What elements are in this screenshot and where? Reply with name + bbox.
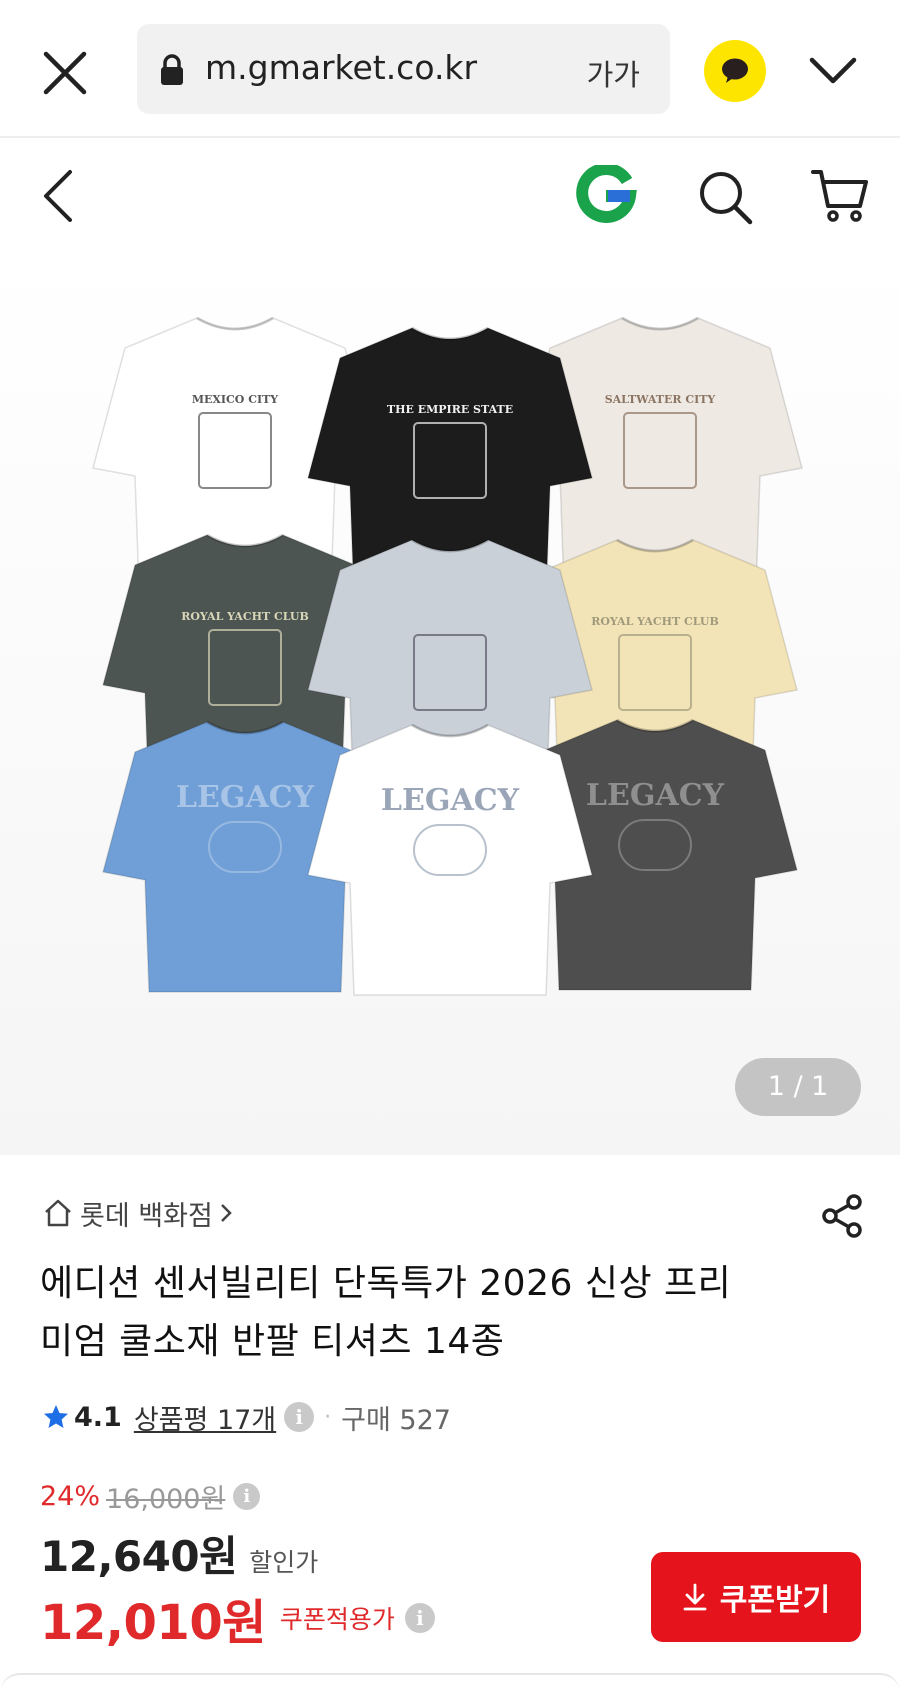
coupon-price-row: 12,010원 쿠폰적용가 i (40, 1583, 435, 1653)
tshirt-graphic-text: MEXICO CITY (192, 393, 278, 406)
product-title: 에디션 센서빌리티 단독특가 2026 신상 프리미엄 쿨소재 반팔 티셔츠 1… (40, 1263, 732, 1362)
share-icon[interactable] (820, 1193, 864, 1239)
chevron-right-icon (220, 1204, 232, 1222)
sale-price-label: 할인가 (249, 1548, 319, 1577)
bottom-panel-edge (0, 1673, 900, 1690)
sale-price: 12,640원 (40, 1532, 238, 1581)
tshirt-graphic-text: LEGACY (381, 783, 520, 818)
cart-icon[interactable] (810, 166, 870, 226)
close-icon[interactable] (40, 48, 90, 98)
review-link[interactable]: 상품평 17개 (134, 1398, 276, 1437)
url-text: m.gmarket.co.kr (205, 48, 478, 87)
get-coupon-label: 쿠폰받기 (719, 1583, 831, 1618)
home-icon (45, 1199, 71, 1227)
product-image: MEXICO CITY SALTWATER CITY THE EMPIRE STAT… (92, 316, 803, 996)
product-image-gallery[interactable]: MEXICO CITY SALTWATER CITY THE EMPIRE STAT… (0, 250, 900, 1155)
app-header (0, 140, 900, 250)
gmarket-logo-icon[interactable] (575, 162, 637, 227)
separator-dot: · (324, 1404, 332, 1430)
original-price: 16,000원 (106, 1484, 226, 1515)
chevron-down-icon[interactable] (808, 54, 858, 88)
rating-row: 4.1 상품평 17개 i · 구매 527 (42, 1395, 451, 1439)
discount-rate: 24% (40, 1481, 101, 1512)
product-info: 롯데 백화점 에디션 센서빌리티 단독특가 2026 신상 프리미엄 쿨소재 반… (0, 1155, 900, 1690)
coupon-price-label: 쿠폰적용가 (279, 1605, 395, 1634)
coupon-price: 12,010원 (40, 1595, 266, 1651)
brand-name: 롯데 백화점 (80, 1200, 213, 1232)
discount-row: 24% 16,000원 i (40, 1477, 261, 1516)
download-icon (683, 1583, 707, 1611)
kakao-share-button[interactable] (704, 40, 766, 102)
browser-toolbar: m.gmarket.co.kr 가가 (0, 0, 900, 138)
page-indicator: 1 / 1 (735, 1058, 861, 1116)
info-icon[interactable]: i (404, 1603, 435, 1633)
sale-price-row: 12,640원 할인가 (40, 1523, 318, 1584)
tshirt-graphic-text: ROYAL YACHT CLUB (181, 610, 309, 623)
text-size-button[interactable]: 가가 (587, 52, 640, 94)
back-arrow-icon[interactable] (40, 168, 76, 224)
brand-link[interactable]: 롯데 백화점 (42, 1193, 233, 1233)
search-icon[interactable] (696, 168, 754, 226)
tshirt-graphic-text: LEGACY (176, 780, 315, 815)
info-icon[interactable]: i (233, 1483, 261, 1510)
chat-bubble-icon (722, 58, 748, 83)
rating-value: 4.1 (74, 1401, 122, 1433)
tshirt-graphic-text: SALTWATER CITY (605, 393, 716, 406)
address-bar[interactable]: m.gmarket.co.kr 가가 (137, 24, 670, 114)
tshirt-graphic-text: THE EMPIRE STATE (387, 403, 513, 416)
info-icon[interactable]: i (284, 1402, 315, 1432)
tshirt-image: LEGACY (307, 723, 593, 996)
tshirt-graphic-text: LEGACY (586, 778, 725, 813)
get-coupon-button[interactable]: 쿠폰받기 (651, 1552, 861, 1642)
tshirt-graphic-text: ROYAL YACHT CLUB (591, 615, 719, 628)
star-icon (44, 1405, 68, 1428)
lock-icon (159, 54, 185, 86)
purchase-count: 구매 527 (341, 1404, 451, 1436)
